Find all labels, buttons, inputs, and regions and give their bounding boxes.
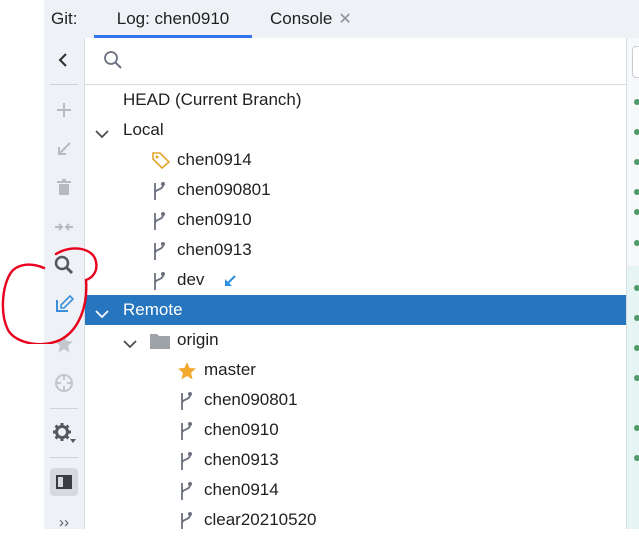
merge-compare-icon[interactable] <box>50 213 78 241</box>
collapse-chevron-left-icon[interactable] <box>50 46 78 74</box>
tab-log[interactable]: Log: chen0910 <box>94 0 252 38</box>
branch-icon <box>178 451 194 476</box>
branch-label: chen0910 <box>177 210 252 229</box>
commit-dot[interactable] <box>634 375 639 381</box>
search-icon <box>103 50 123 75</box>
tag-icon <box>151 151 171 174</box>
tab-console[interactable]: Console ✕ <box>270 0 352 38</box>
commit-dot[interactable] <box>634 99 639 105</box>
tool-window-tab-bar: Git: Log: chen0910 Console ✕ <box>44 0 639 39</box>
branch-label: dev <box>177 270 205 289</box>
remote-label: Remote <box>123 300 183 319</box>
search-input[interactable] <box>131 48 615 74</box>
branch-icon <box>151 211 167 236</box>
tree-item-head[interactable]: HEAD (Current Branch) <box>85 85 626 115</box>
star-icon <box>177 361 197 386</box>
log-search-field[interactable] <box>632 46 639 78</box>
log-highlight-band <box>627 266 639 529</box>
branch-tree: HEAD (Current Branch) Local chen0914 che… <box>85 85 626 529</box>
branch-icon <box>178 481 194 506</box>
tab-log-label: Log: chen0910 <box>116 9 230 28</box>
branch-label: chen0910 <box>204 420 279 439</box>
tree-item-remote-branch[interactable]: chen0913 <box>85 445 626 475</box>
checkout-arrow-icon[interactable] <box>50 135 78 163</box>
branch-label: chen0913 <box>204 450 279 469</box>
panel-layout-icon[interactable] <box>50 468 78 496</box>
commit-dot[interactable] <box>634 425 639 431</box>
close-icon[interactable]: ✕ <box>338 1 351 39</box>
branch-label: chen090801 <box>204 390 298 409</box>
tree-item-local-branch[interactable]: chen0913 <box>85 235 626 265</box>
commit-dot[interactable] <box>634 189 639 195</box>
origin-label: origin <box>177 330 219 349</box>
branch-label: chen0914 <box>204 480 279 499</box>
branch-icon <box>151 241 167 266</box>
tree-node-local[interactable]: Local <box>85 115 626 145</box>
tree-node-remote[interactable]: Remote <box>85 295 626 325</box>
more-chevron-icon[interactable]: ›› <box>50 508 78 536</box>
branch-label: master <box>204 360 256 379</box>
tree-item-remote-branch[interactable]: clear20210520 <box>85 505 626 529</box>
branch-icon <box>178 391 194 416</box>
settings-gear-icon[interactable] <box>50 419 78 447</box>
folder-icon <box>149 332 171 355</box>
branch-label: chen0913 <box>177 240 252 259</box>
commit-dot[interactable] <box>634 455 639 461</box>
tree-item-remote-branch[interactable]: master <box>85 355 626 385</box>
head-label: HEAD (Current Branch) <box>123 90 302 109</box>
branch-label: clear20210520 <box>204 510 317 529</box>
commit-dot[interactable] <box>634 129 639 135</box>
add-plus-icon[interactable] <box>50 96 78 124</box>
tree-item-remote-branch[interactable]: chen0914 <box>85 475 626 505</box>
branch-icon <box>151 181 167 206</box>
commit-dot[interactable] <box>634 315 639 321</box>
chevron-down-icon[interactable] <box>123 334 137 354</box>
tree-node-origin[interactable]: origin <box>85 325 626 355</box>
tree-item-remote-branch[interactable]: chen090801 <box>85 385 626 415</box>
branch-label: chen0914 <box>177 150 252 169</box>
tree-item-local-branch[interactable]: chen090801 <box>85 175 626 205</box>
tree-item-remote-branch[interactable]: chen0910 <box>85 415 626 445</box>
incoming-arrow-icon <box>223 273 237 293</box>
tab-console-label: Console <box>270 9 333 28</box>
commit-dot[interactable] <box>634 159 639 165</box>
red-circle-annotation <box>1 247 98 344</box>
branch-icon <box>178 421 194 446</box>
tree-item-local-branch[interactable]: dev <box>85 265 626 295</box>
delete-trash-icon[interactable] <box>50 174 78 202</box>
commit-dot[interactable] <box>634 345 639 351</box>
tool-window-title: Git: <box>51 9 78 28</box>
local-label: Local <box>123 120 164 139</box>
commit-dot[interactable] <box>634 240 639 246</box>
tree-item-local-branch[interactable]: chen0914 <box>85 145 626 175</box>
branch-label: chen090801 <box>177 180 271 199</box>
branch-search-bar[interactable] <box>85 38 626 85</box>
chevron-down-icon[interactable] <box>95 124 109 144</box>
branch-icon <box>178 511 194 529</box>
branch-icon <box>151 271 167 296</box>
track-target-icon[interactable] <box>50 369 78 397</box>
commit-dot[interactable] <box>634 285 639 291</box>
tree-item-local-branch[interactable]: chen0910 <box>85 205 626 235</box>
commit-dot[interactable] <box>634 209 639 215</box>
